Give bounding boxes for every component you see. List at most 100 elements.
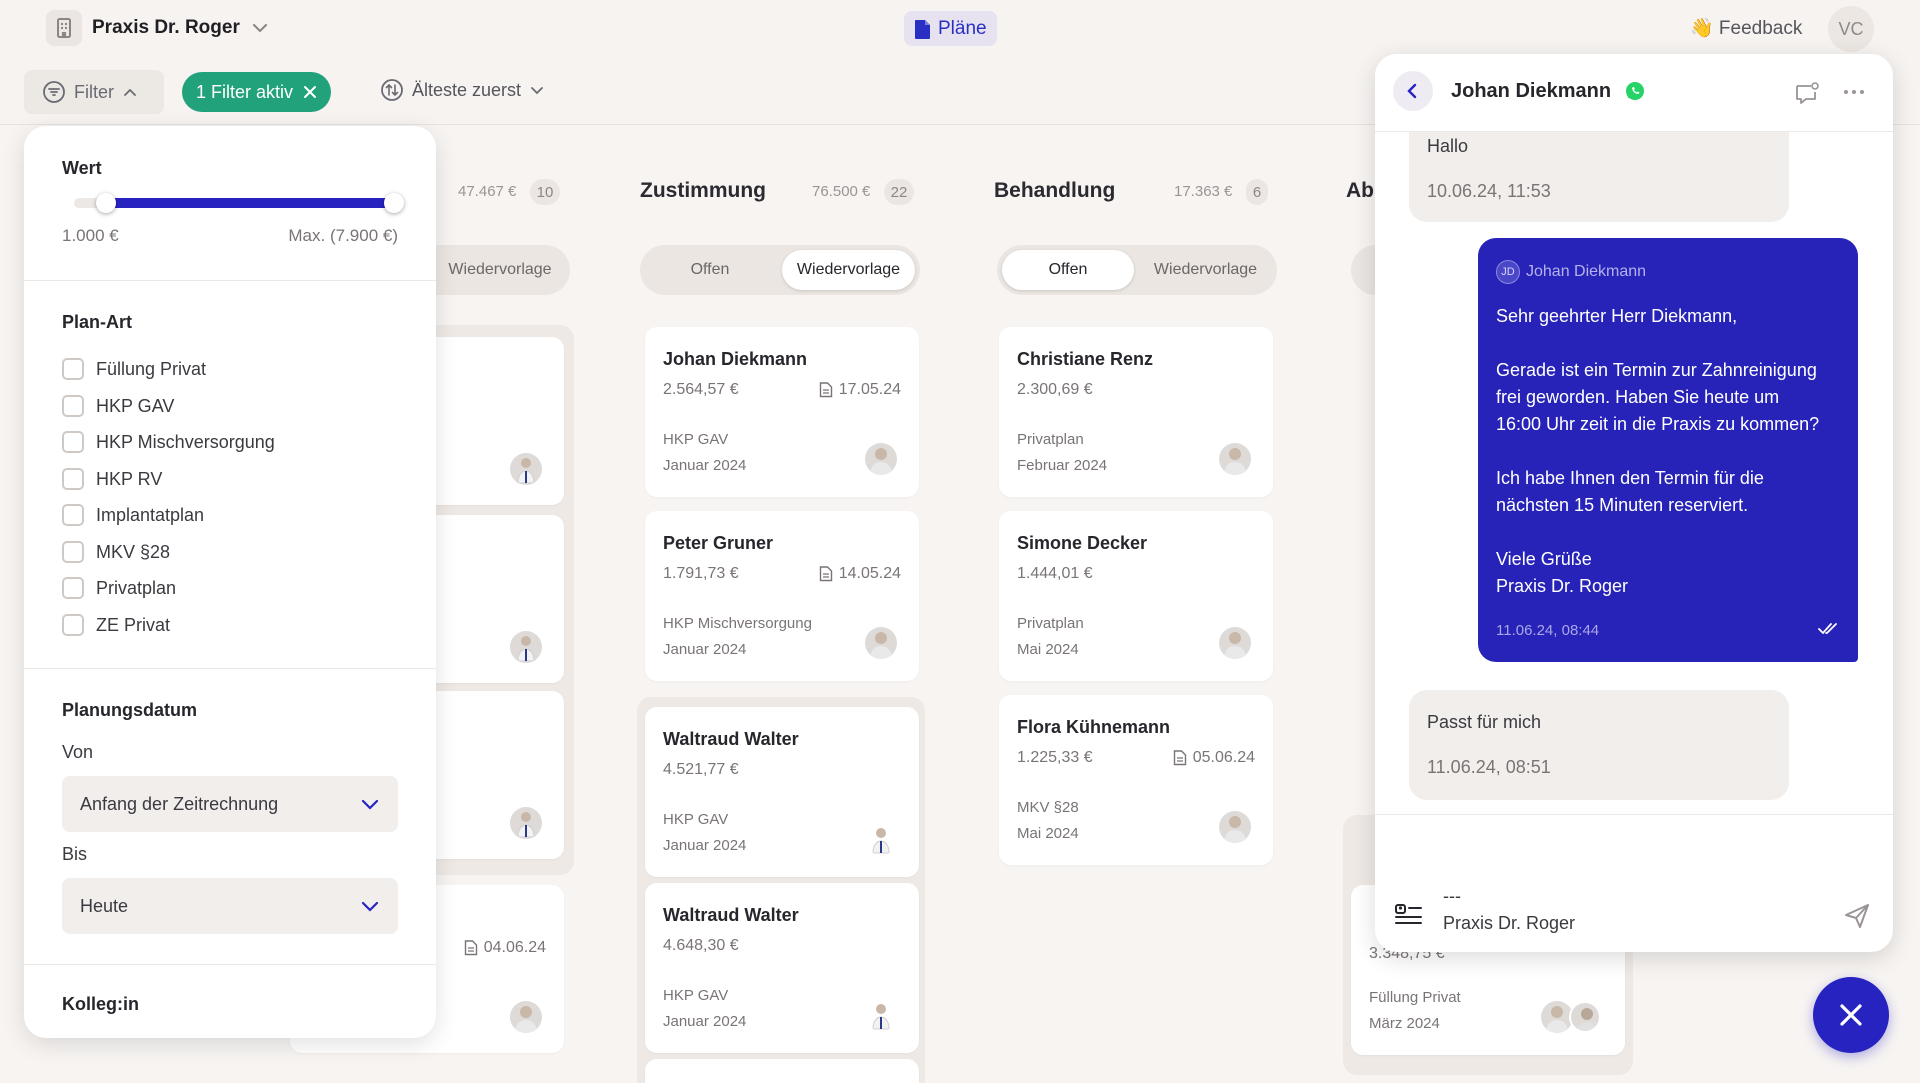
column-sum: 47.467 €: [458, 183, 517, 200]
slider-knob-min[interactable]: [96, 193, 116, 213]
plan-month: Mai 2024: [1017, 641, 1079, 658]
column-title: Ab: [1346, 179, 1374, 202]
message-line: Praxis Dr. Roger: [1496, 576, 1629, 596]
message-line: Sehr geehrter Herr Diekmann,: [1496, 306, 1738, 326]
checkbox[interactable]: [62, 614, 84, 636]
filter-label: Filter: [74, 81, 114, 102]
close-icon[interactable]: [303, 85, 317, 99]
plan-month: Januar 2024: [663, 837, 747, 854]
to-select[interactable]: Heute: [62, 878, 398, 934]
patient-name: Christiane Renz: [1017, 349, 1154, 369]
practice-name: Praxis Dr. Roger: [92, 17, 240, 38]
value-slider[interactable]: [74, 193, 404, 213]
doctor-avatar: [1569, 1001, 1601, 1033]
divider: [1375, 814, 1893, 815]
message-outgoing: JD Johan Diekmann Sehr geehrter Herr Die…: [1478, 238, 1858, 662]
plan-amount: 2.300,69 €: [1017, 381, 1093, 398]
plan-card[interactable]: [645, 1059, 919, 1083]
sort-icon: [381, 79, 403, 101]
from-label: Von: [62, 742, 94, 762]
column-count: 22: [884, 179, 914, 205]
checkbox[interactable]: [62, 431, 84, 453]
tab-plans[interactable]: Pläne: [904, 11, 997, 46]
seg-followup[interactable]: Wiedervorlage: [782, 250, 915, 290]
plan-amount: 1.225,33 €: [1017, 749, 1093, 766]
doctor-avatar: [510, 1001, 542, 1033]
from-select[interactable]: Anfang der Zeitrechnung: [62, 776, 398, 832]
whatsapp-icon: [1626, 82, 1644, 100]
note-icon[interactable]: [1793, 80, 1821, 108]
active-filter-chip[interactable]: 1 Filter aktiv: [182, 72, 332, 112]
plan-type: HKP GAV: [663, 811, 729, 828]
plan-card[interactable]: Waltraud Walter 4.521,77 € HKP GAV Janua…: [645, 707, 919, 877]
doctor-avatar: [1219, 811, 1251, 843]
composer-text[interactable]: ---: [1443, 886, 1461, 907]
plan-card[interactable]: Flora Kühnemann 1.225,33 € 05.06.24 MKV …: [999, 695, 1273, 865]
card-date: 17.05.24: [819, 381, 901, 399]
seg-open[interactable]: Offen: [645, 250, 775, 290]
checkbox-plan-type[interactable]: HKP Mischversorgung: [62, 431, 275, 453]
divider: [24, 964, 436, 965]
colleague-title: Kolleg:in: [62, 994, 139, 1014]
plan-amount: 1.444,01 €: [1017, 565, 1093, 582]
doctor-avatar: [1219, 443, 1251, 475]
message-line: nächsten 15 Minuten reserviert.: [1496, 495, 1749, 515]
patient-name: Simone Decker: [1017, 533, 1148, 553]
checkbox[interactable]: [62, 358, 84, 380]
checkbox-plan-type[interactable]: Privatplan: [62, 577, 176, 599]
sort-dropdown[interactable]: Älteste zuerst: [380, 78, 545, 102]
plan-card[interactable]: Waltraud Walter 4.648,30 € HKP GAV Janua…: [645, 883, 919, 1053]
slider-knob-max[interactable]: [384, 193, 404, 213]
doctor-avatar: [510, 807, 542, 839]
plan-card[interactable]: Christiane Renz 2.300,69 € Privatplan Fe…: [999, 327, 1273, 497]
plan-card[interactable]: Johan Diekmann 2.564,57 € 17.05.24 HKP G…: [645, 327, 919, 497]
signature-icon[interactable]: [1395, 904, 1423, 928]
more-icon[interactable]: [1843, 88, 1865, 96]
feedback-button[interactable]: 👋 Feedback: [1690, 16, 1802, 40]
plan-amount: 2.564,57 €: [663, 381, 739, 398]
plan-month: Januar 2024: [663, 1013, 747, 1030]
seg-open[interactable]: Offen: [1002, 250, 1134, 290]
checkbox-plan-type[interactable]: HKP RV: [62, 468, 162, 490]
checkbox-plan-type[interactable]: Implantatplan: [62, 504, 204, 526]
doctor-avatar: [865, 999, 897, 1031]
contact-name: Johan Diekmann: [1451, 80, 1612, 102]
plan-card[interactable]: Simone Decker 1.444,01 € Privatplan Mai …: [999, 511, 1273, 681]
filter-button[interactable]: Filter: [24, 70, 164, 114]
divider: [24, 280, 436, 281]
user-initials: VC: [1838, 18, 1864, 39]
composer-text[interactable]: Praxis Dr. Roger: [1443, 913, 1575, 934]
seg-followup[interactable]: Wiedervorlage: [1139, 250, 1272, 290]
checkbox-plan-type[interactable]: ZE Privat: [62, 614, 170, 636]
patient-name: Waltraud Walter: [663, 729, 799, 749]
plan-amount: 1.791,73 €: [663, 565, 739, 582]
checkbox-plan-type[interactable]: HKP GAV: [62, 395, 174, 417]
plan-card[interactable]: Peter Gruner 1.791,73 € 14.05.24 HKP Mis…: [645, 511, 919, 681]
sender-avatar: JD: [1496, 260, 1520, 284]
chevron-down-icon: [361, 901, 379, 912]
plan-type-title: Plan-Art: [62, 312, 133, 332]
document-icon: [464, 940, 477, 956]
checkbox[interactable]: [62, 468, 84, 490]
document-icon: [819, 566, 832, 582]
doctor-avatar: [510, 453, 542, 485]
value-max-label: Max. (7.900 €): [288, 226, 398, 245]
column-sum: 17.363 €: [1174, 183, 1233, 200]
practice-switcher[interactable]: Praxis Dr. Roger: [46, 10, 270, 46]
checkbox[interactable]: [62, 577, 84, 599]
checkbox[interactable]: [62, 395, 84, 417]
checkbox-plan-type[interactable]: Füllung Privat: [62, 358, 206, 380]
close-chat-button[interactable]: [1813, 977, 1889, 1053]
seg-followup[interactable]: Wiedervorlage: [440, 250, 560, 290]
checkbox-plan-type[interactable]: MKV §28: [62, 541, 170, 563]
message-line: 16:00 Uhr zeit in die Praxis zu kommen?: [1496, 414, 1820, 434]
checkbox[interactable]: [62, 504, 84, 526]
user-avatar[interactable]: VC: [1828, 6, 1874, 52]
value-title: Wert: [62, 158, 102, 178]
back-button[interactable]: [1393, 71, 1433, 111]
top-bar: Praxis Dr. Roger Pläne 👋 Feedback VC: [0, 0, 1920, 56]
filter-icon: [43, 81, 65, 103]
checkbox[interactable]: [62, 541, 84, 563]
value-min-label: 1.000 €: [62, 226, 119, 245]
send-icon[interactable]: [1843, 902, 1871, 930]
